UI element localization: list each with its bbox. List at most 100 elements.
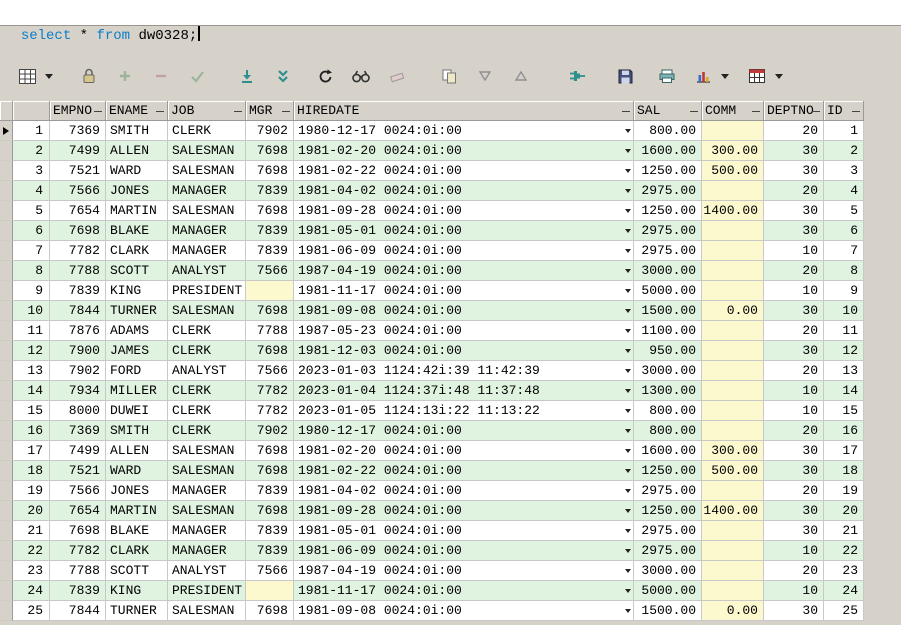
cell-job[interactable]: CLERK (168, 321, 246, 341)
row-number[interactable]: 4 (13, 181, 50, 201)
cell-mgr[interactable]: 7839 (246, 541, 294, 561)
cell-deptno[interactable]: 10 (764, 541, 824, 561)
date-dropdown-icon[interactable] (625, 349, 631, 353)
cell-job[interactable]: MANAGER (168, 241, 246, 261)
cell-sal[interactable]: 950.00 (634, 341, 702, 361)
row-indicator[interactable] (0, 341, 13, 361)
cell-comm[interactable] (702, 341, 764, 361)
row-number[interactable]: 14 (13, 381, 50, 401)
cell-job[interactable]: MANAGER (168, 481, 246, 501)
cell-ename[interactable]: SCOTT (106, 561, 168, 581)
cell-ename[interactable]: KING (106, 581, 168, 601)
date-dropdown-icon[interactable] (625, 209, 631, 213)
cell-hiredate[interactable]: 2023-01-04 1124:37i:48 11:37:48 (294, 381, 634, 401)
cell-empno[interactable]: 7654 (50, 201, 106, 221)
table-view-dropdown-button[interactable] (42, 63, 56, 89)
cell-sal[interactable]: 2975.00 (634, 221, 702, 241)
lock-button[interactable] (74, 63, 104, 89)
row-number[interactable]: 17 (13, 441, 50, 461)
cell-sal[interactable]: 5000.00 (634, 581, 702, 601)
row-indicator[interactable] (0, 581, 13, 601)
cell-ename[interactable]: KING (106, 281, 168, 301)
cell-mgr[interactable]: 7839 (246, 181, 294, 201)
cell-id[interactable]: 4 (824, 181, 864, 201)
cell-comm[interactable] (702, 121, 764, 141)
cell-id[interactable]: 6 (824, 221, 864, 241)
date-dropdown-icon[interactable] (625, 289, 631, 293)
cell-hiredate[interactable]: 1981-05-01 0024:0i:00 (294, 221, 634, 241)
cell-job[interactable]: MANAGER (168, 541, 246, 561)
row-number[interactable]: 23 (13, 561, 50, 581)
cell-hiredate[interactable]: 1981-09-28 0024:0i:00 (294, 501, 634, 521)
cell-sal[interactable]: 3000.00 (634, 361, 702, 381)
date-dropdown-icon[interactable] (625, 449, 631, 453)
cell-sal[interactable]: 1500.00 (634, 301, 702, 321)
column-header-comm[interactable]: COMM (702, 101, 764, 121)
cell-job[interactable]: ANALYST (168, 261, 246, 281)
cell-deptno[interactable]: 30 (764, 141, 824, 161)
cell-sal[interactable]: 2975.00 (634, 181, 702, 201)
cell-ename[interactable]: CLARK (106, 241, 168, 261)
cell-deptno[interactable]: 10 (764, 281, 824, 301)
cell-sal[interactable]: 800.00 (634, 421, 702, 441)
cell-comm[interactable] (702, 581, 764, 601)
cell-empno[interactable]: 7521 (50, 461, 106, 481)
cell-deptno[interactable]: 10 (764, 581, 824, 601)
date-dropdown-icon[interactable] (625, 229, 631, 233)
cell-id[interactable]: 5 (824, 201, 864, 221)
cell-id[interactable]: 2 (824, 141, 864, 161)
cell-hiredate[interactable]: 2023-01-05 1124:13i:22 11:13:22 (294, 401, 634, 421)
date-dropdown-icon[interactable] (625, 429, 631, 433)
delete-row-button[interactable] (146, 63, 176, 89)
cell-deptno[interactable]: 10 (764, 401, 824, 421)
cell-deptno[interactable]: 30 (764, 521, 824, 541)
cell-mgr[interactable] (246, 281, 294, 301)
cell-job[interactable]: CLERK (168, 401, 246, 421)
column-header-mgr[interactable]: MGR (246, 101, 294, 121)
cell-sal[interactable]: 1100.00 (634, 321, 702, 341)
row-number[interactable]: 9 (13, 281, 50, 301)
cell-deptno[interactable]: 30 (764, 601, 824, 621)
retrieve-to-row-button[interactable] (232, 63, 262, 89)
cell-id[interactable]: 9 (824, 281, 864, 301)
row-number[interactable]: 15 (13, 401, 50, 421)
date-dropdown-icon[interactable] (625, 569, 631, 573)
cell-job[interactable]: PRESIDENT (168, 281, 246, 301)
cell-empno[interactable]: 7782 (50, 541, 106, 561)
cell-id[interactable]: 23 (824, 561, 864, 581)
cell-comm[interactable] (702, 221, 764, 241)
date-dropdown-icon[interactable] (625, 589, 631, 593)
cell-comm[interactable]: 300.00 (702, 141, 764, 161)
row-number[interactable]: 20 (13, 501, 50, 521)
cell-deptno[interactable]: 20 (764, 481, 824, 501)
date-dropdown-icon[interactable] (625, 129, 631, 133)
cell-comm[interactable] (702, 561, 764, 581)
cell-mgr[interactable]: 7782 (246, 401, 294, 421)
cell-sal[interactable]: 2975.00 (634, 521, 702, 541)
cell-sal[interactable]: 800.00 (634, 401, 702, 421)
cell-hiredate[interactable]: 1981-06-09 0024:0i:00 (294, 241, 634, 261)
retrieve-all-button[interactable] (268, 63, 298, 89)
cell-empno[interactable]: 7782 (50, 241, 106, 261)
row-number[interactable]: 19 (13, 481, 50, 501)
cell-comm[interactable]: 0.00 (702, 601, 764, 621)
cell-mgr[interactable]: 7566 (246, 561, 294, 581)
cell-ename[interactable]: SMITH (106, 421, 168, 441)
cell-id[interactable]: 25 (824, 601, 864, 621)
cell-deptno[interactable]: 20 (764, 361, 824, 381)
cell-comm[interactable]: 1400.00 (702, 201, 764, 221)
row-indicator[interactable] (0, 221, 13, 241)
cell-id[interactable]: 1 (824, 121, 864, 141)
date-dropdown-icon[interactable] (625, 149, 631, 153)
cell-deptno[interactable]: 20 (764, 261, 824, 281)
cell-deptno[interactable]: 10 (764, 381, 824, 401)
row-number[interactable]: 11 (13, 321, 50, 341)
cell-empno[interactable]: 7499 (50, 141, 106, 161)
print-button[interactable] (652, 63, 682, 89)
row-number[interactable]: 13 (13, 361, 50, 381)
cell-comm[interactable] (702, 481, 764, 501)
date-dropdown-icon[interactable] (625, 489, 631, 493)
cell-sal[interactable]: 5000.00 (634, 281, 702, 301)
cell-hiredate[interactable]: 1981-09-28 0024:0i:00 (294, 201, 634, 221)
cell-hiredate[interactable]: 1981-11-17 0024:0i:00 (294, 581, 634, 601)
